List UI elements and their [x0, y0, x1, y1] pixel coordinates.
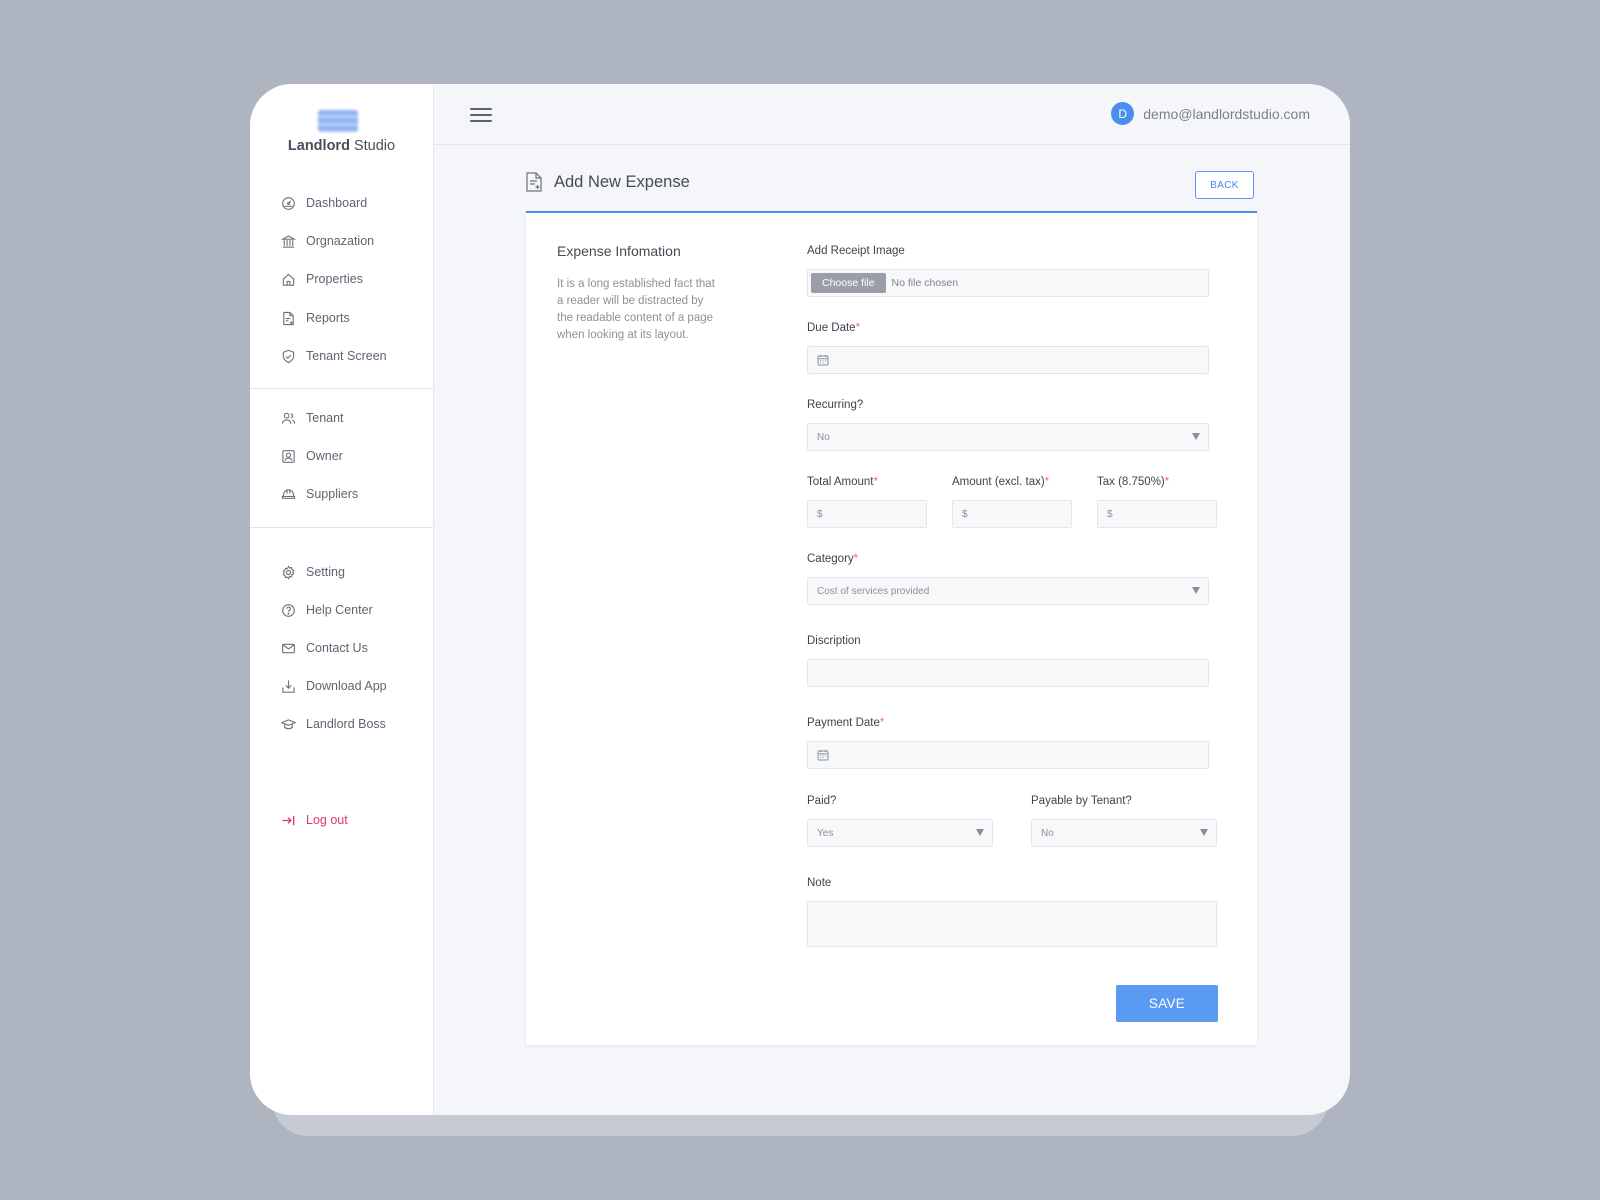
- section-description: It is a long established fact that a rea…: [557, 278, 715, 341]
- receipt-file-input[interactable]: Choose file No file chosen: [807, 269, 1209, 297]
- tax-label: Tax (8.750%)*: [1097, 476, 1170, 488]
- sidebar-item-reports[interactable]: Reports: [281, 306, 350, 330]
- description-label: Discription: [807, 635, 861, 647]
- app-window: Landlord Studio Dashboard Orgnazation Pr…: [250, 84, 1350, 1115]
- sidebar-item-label: Reports: [306, 311, 350, 325]
- logout-button[interactable]: Log out: [281, 808, 348, 832]
- payable-by-tenant-value: No: [1041, 827, 1054, 839]
- helmet-icon: [281, 487, 306, 502]
- sidebar: Landlord Studio Dashboard Orgnazation Pr…: [250, 84, 434, 1115]
- payable-by-tenant-select[interactable]: No: [1031, 819, 1217, 847]
- sidebar-item-label: Landlord Boss: [306, 717, 386, 731]
- sidebar-divider: [250, 527, 433, 528]
- back-button[interactable]: BACK: [1195, 171, 1254, 199]
- sidebar-item-label: Properties: [306, 272, 363, 286]
- chevron-down-icon: [1192, 587, 1200, 594]
- description-input[interactable]: [807, 659, 1209, 687]
- payment-date-label: Payment Date*: [807, 717, 885, 729]
- category-value: Cost of services provided: [817, 585, 930, 597]
- payable-by-tenant-label: Payable by Tenant?: [1031, 795, 1132, 807]
- sidebar-item-help-center[interactable]: Help Center: [281, 598, 373, 622]
- category-label: Category*: [807, 553, 859, 565]
- sidebar-divider: [250, 388, 433, 389]
- sidebar-item-properties[interactable]: Properties: [281, 267, 363, 291]
- recurring-label: Recurring?: [807, 399, 864, 411]
- chevron-down-icon: [976, 829, 984, 836]
- receipt-label: Add Receipt Image: [807, 245, 905, 257]
- calendar-icon: [817, 749, 829, 761]
- sidebar-item-tenant[interactable]: Tenant: [281, 406, 344, 430]
- sidebar-item-label: Help Center: [306, 603, 373, 617]
- sidebar-item-contact-us[interactable]: Contact Us: [281, 636, 368, 660]
- user-menu[interactable]: D demo@landlordstudio.com: [1111, 102, 1310, 125]
- save-button[interactable]: SAVE: [1116, 985, 1218, 1022]
- recurring-select[interactable]: No: [807, 423, 1209, 451]
- due-date-input[interactable]: [807, 346, 1209, 374]
- sidebar-item-label: Tenant: [306, 411, 344, 425]
- sidebar-item-label: Contact Us: [306, 641, 368, 655]
- note-textarea[interactable]: [807, 901, 1217, 947]
- amount-excl-tax-label: Amount (excl. tax)*: [952, 476, 1050, 488]
- sidebar-item-download-app[interactable]: Download App: [281, 674, 387, 698]
- recurring-value: No: [817, 431, 830, 443]
- sidebar-item-label: Download App: [306, 679, 387, 693]
- avatar: D: [1111, 102, 1135, 125]
- chevron-down-icon: [1192, 433, 1200, 440]
- download-icon: [281, 679, 306, 694]
- tax-input[interactable]: $: [1097, 500, 1217, 528]
- sidebar-item-landlord-boss[interactable]: Landlord Boss: [281, 712, 386, 736]
- bank-icon: [281, 234, 306, 249]
- calendar-icon: [817, 354, 829, 366]
- sidebar-item-organization[interactable]: Orgnazation: [281, 229, 374, 253]
- sidebar-item-dashboard[interactable]: Dashboard: [281, 191, 367, 215]
- sidebar-item-setting[interactable]: Setting: [281, 560, 345, 584]
- payment-date-input[interactable]: [807, 741, 1209, 769]
- graduation-cap-icon: [281, 717, 306, 732]
- section-title: Expense Infomation: [557, 243, 681, 259]
- page-header: Add New Expense: [525, 172, 690, 192]
- home-icon: [281, 272, 306, 287]
- dashboard-icon: [281, 196, 306, 211]
- sidebar-item-label: Setting: [306, 565, 345, 579]
- currency-prefix: $: [817, 508, 823, 520]
- note-label: Note: [807, 877, 832, 889]
- page-title: Add New Expense: [554, 172, 690, 191]
- total-amount-label: Total Amount*: [807, 476, 878, 488]
- report-icon: [281, 311, 306, 326]
- logo-text: Landlord Studio: [287, 138, 396, 154]
- sidebar-item-suppliers[interactable]: Suppliers: [281, 482, 358, 506]
- help-icon: [281, 603, 306, 618]
- logout-icon: [281, 813, 306, 828]
- mail-icon: [281, 641, 306, 656]
- category-select[interactable]: Cost of services provided: [807, 577, 1209, 605]
- menu-toggle-icon[interactable]: [470, 108, 492, 124]
- total-amount-input[interactable]: $: [807, 500, 927, 528]
- expense-form-card: Expense Infomation It is a long establis…: [526, 211, 1257, 1045]
- currency-prefix: $: [1107, 508, 1113, 520]
- users-icon: [281, 411, 306, 426]
- amount-excl-tax-input[interactable]: $: [952, 500, 1072, 528]
- due-date-label: Due Date*: [807, 322, 861, 334]
- shield-icon: [281, 349, 306, 364]
- choose-file-button[interactable]: Choose file: [811, 273, 886, 293]
- gear-icon: [281, 564, 306, 580]
- paid-select[interactable]: Yes: [807, 819, 993, 847]
- logo-mark: [318, 110, 358, 132]
- paid-label: Paid?: [807, 795, 837, 807]
- sidebar-item-label: Dashboard: [306, 196, 368, 210]
- currency-prefix: $: [962, 508, 968, 520]
- sidebar-item-label: Owner: [306, 449, 343, 463]
- logout-label: Log out: [306, 813, 348, 827]
- paid-value: Yes: [817, 827, 834, 839]
- owner-icon: [281, 449, 306, 464]
- sidebar-item-label: Tenant Screen: [306, 349, 387, 363]
- sidebar-item-owner[interactable]: Owner: [281, 444, 343, 468]
- sidebar-item-tenant-screen[interactable]: Tenant Screen: [281, 344, 387, 368]
- chevron-down-icon: [1200, 829, 1208, 836]
- expense-document-icon: [525, 172, 554, 192]
- user-email: demo@landlordstudio.com: [1143, 105, 1310, 122]
- sidebar-item-label: Orgnazation: [306, 234, 375, 248]
- file-status: No file chosen: [891, 277, 959, 289]
- sidebar-item-label: Suppliers: [306, 487, 359, 501]
